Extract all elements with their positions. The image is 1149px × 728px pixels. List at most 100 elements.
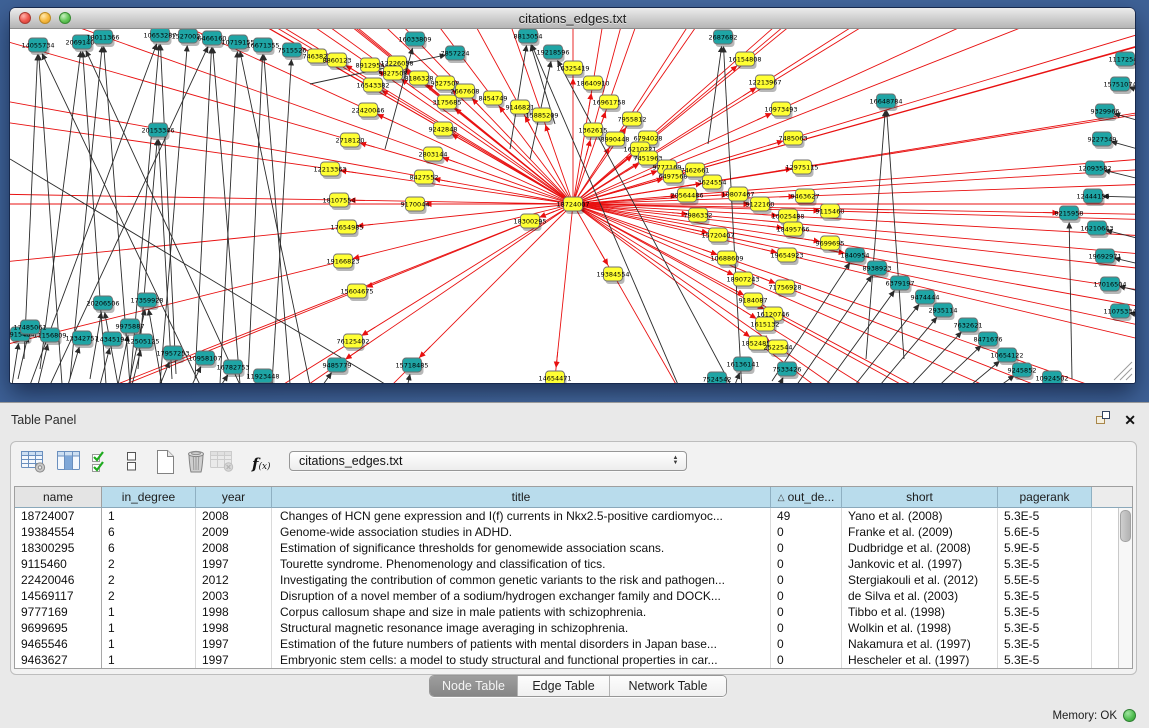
cell-year[interactable]: 1997: [196, 652, 272, 668]
graph-edge[interactable]: [643, 171, 657, 176]
graph-node[interactable]: 17654985: [330, 220, 363, 237]
graph-edge[interactable]: [398, 375, 410, 383]
graph-edge[interactable]: [192, 367, 201, 383]
table-row[interactable]: 1872400712008Changes of HCN gene express…: [15, 508, 1119, 524]
minimize-window-button[interactable]: [39, 12, 51, 24]
close-window-button[interactable]: [19, 12, 31, 24]
graph-edge[interactable]: [346, 350, 358, 358]
graph-node[interactable]: 7632621: [954, 318, 983, 335]
graph-edge[interactable]: [708, 47, 722, 144]
graph-edge[interactable]: [573, 29, 1135, 204]
delete-table-button[interactable]: [209, 449, 235, 479]
cell-short[interactable]: de Silva et al. (2003): [842, 588, 998, 604]
graph-edge[interactable]: [904, 346, 981, 383]
graph-edge[interactable]: [132, 351, 141, 383]
network-canvas[interactable]: 1405573420691406180113661065328715270021…: [10, 29, 1135, 383]
cell-short[interactable]: Tibbo et al. (1998): [842, 604, 998, 620]
cell-year[interactable]: 2008: [196, 540, 272, 556]
graph-node[interactable]: 9329966: [1091, 104, 1120, 121]
show-columns-button[interactable]: [55, 449, 83, 479]
graph-node[interactable]: 16154808: [728, 52, 761, 69]
graph-node[interactable]: 10973493: [764, 102, 797, 119]
graph-edge[interactable]: [40, 52, 81, 369]
graph-node[interactable]: 18107554: [322, 193, 355, 210]
graph-node[interactable]: 7524542: [703, 372, 732, 383]
tab-network-table[interactable]: Network Table: [610, 676, 726, 696]
graph-node[interactable]: 16671355: [246, 38, 279, 55]
graph-node[interactable]: 12975115: [785, 160, 818, 177]
graph-edge[interactable]: [573, 29, 1135, 204]
graph-edge[interactable]: [556, 352, 558, 367]
graph-node[interactable]: 6379197: [886, 276, 915, 293]
graph-edge[interactable]: [866, 111, 885, 359]
graph-node[interactable]: 8427552: [410, 170, 439, 187]
cell-year[interactable]: 1997: [196, 556, 272, 572]
cell-year[interactable]: 2008: [196, 508, 272, 524]
graph-node[interactable]: 12444158: [1076, 189, 1109, 206]
graph-edge[interactable]: [10, 204, 573, 383]
graph-edge[interactable]: [573, 29, 1135, 204]
float-panel-icon[interactable]: [1095, 410, 1111, 430]
cell-out_degree[interactable]: 0: [771, 556, 842, 572]
row-height-button[interactable]: [125, 449, 138, 479]
graph-edge[interactable]: [724, 47, 745, 383]
graph-edge[interactable]: [573, 29, 1135, 204]
graph-edge[interactable]: [573, 29, 1135, 204]
graph-node[interactable]: 9699695: [816, 236, 845, 253]
graph-edge[interactable]: [750, 378, 783, 383]
cell-pagerank[interactable]: 5.3E-5: [998, 588, 1092, 604]
graph-edge[interactable]: [378, 115, 392, 121]
cell-name[interactable]: 9463627: [15, 652, 102, 668]
graph-edge[interactable]: [840, 305, 919, 383]
graph-node[interactable]: 18300295: [513, 214, 546, 231]
table-mode-button[interactable]: [20, 449, 48, 479]
graph-edge[interactable]: [220, 52, 237, 383]
cell-name[interactable]: 18724007: [15, 508, 102, 524]
graph-edge[interactable]: [573, 29, 1135, 204]
cell-pagerank[interactable]: 5.3E-5: [998, 604, 1092, 620]
graph-node[interactable]: 9184087: [739, 293, 768, 310]
cell-short[interactable]: Franke et al. (2009): [842, 524, 998, 540]
graph-node[interactable]: 8215958: [1055, 206, 1084, 223]
table-row[interactable]: 2242004622012Investigating the contribut…: [15, 572, 1119, 588]
cell-pagerank[interactable]: 5.3E-5: [998, 508, 1092, 524]
graph-node[interactable]: 1615132: [751, 317, 780, 334]
graph-node[interactable]: 9115460: [816, 204, 845, 221]
cell-name[interactable]: 9115460: [15, 556, 102, 572]
graph-node[interactable]: 2935114: [929, 303, 958, 320]
column-header-title[interactable]: title: [272, 487, 771, 508]
graph-edge[interactable]: [1112, 142, 1135, 169]
zoom-window-button[interactable]: [59, 12, 71, 24]
graph-node[interactable]: 8813054: [514, 29, 543, 46]
memory-ok-indicator[interactable]: [1123, 709, 1136, 722]
close-panel-icon[interactable]: ✕: [1124, 413, 1136, 427]
graph-node[interactable]: 15751074: [1103, 77, 1135, 94]
cell-name[interactable]: 19384554: [15, 524, 102, 540]
graph-edge[interactable]: [586, 141, 590, 155]
column-header-year[interactable]: year: [196, 487, 272, 508]
function-builder-button[interactable]: f(x): [252, 454, 271, 473]
tab-edge-table[interactable]: Edge Table: [518, 676, 610, 696]
graph-node[interactable]: 9122160: [746, 197, 775, 214]
graph-node[interactable]: 16033809: [398, 32, 431, 49]
cell-year[interactable]: 1998: [196, 604, 272, 620]
create-column-button[interactable]: [154, 449, 176, 480]
graph-edge[interactable]: [573, 29, 1135, 204]
cell-name[interactable]: 9465546: [15, 636, 102, 652]
graph-node[interactable]: 71756928: [768, 280, 801, 297]
cell-in_degree[interactable]: 6: [102, 524, 196, 540]
graph-node[interactable]: 14055734: [21, 38, 54, 55]
graph-edge[interactable]: [10, 204, 573, 356]
graph-edge[interactable]: [68, 348, 79, 383]
graph-edge[interactable]: [573, 29, 1135, 204]
cell-out_degree[interactable]: 0: [771, 620, 842, 636]
graph-node[interactable]: 7955812: [618, 112, 647, 129]
cell-in_degree[interactable]: 2: [102, 572, 196, 588]
graph-edge[interactable]: [573, 204, 1135, 373]
cell-short[interactable]: Hescheler et al. (1997): [842, 652, 998, 668]
graph-node[interactable]: 14654471: [538, 371, 571, 383]
graph-node[interactable]: 15720407: [701, 228, 734, 245]
graph-node[interactable]: 13342757: [65, 331, 98, 348]
cell-name[interactable]: 9699695: [15, 620, 102, 636]
graph-node[interactable]: 10688609: [710, 251, 743, 268]
